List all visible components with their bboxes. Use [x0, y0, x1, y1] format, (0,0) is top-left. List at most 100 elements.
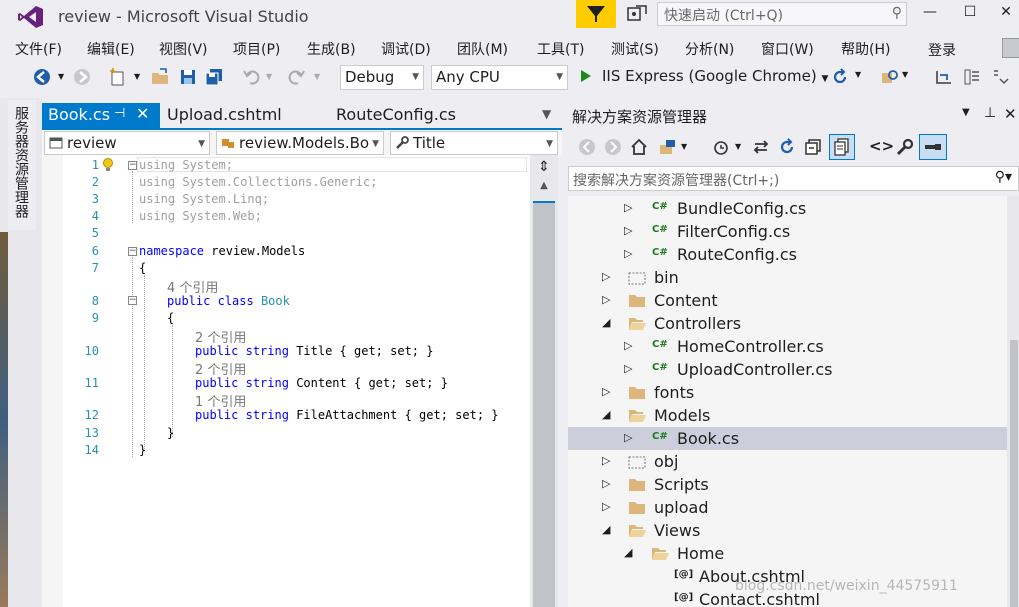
new-project-icon[interactable] [108, 67, 128, 87]
tree-item-bundleconfig[interactable]: ▷ C# BundleConfig.cs [568, 197, 1007, 220]
new-dropdown-icon[interactable]: ▼ [134, 72, 142, 92]
menu-window[interactable]: 窗口(W) [761, 39, 814, 59]
editor-scroll-thumb[interactable] [533, 201, 555, 607]
tree-item-views[interactable]: ◢ Views [568, 519, 1007, 542]
show-all-files-button[interactable] [829, 134, 855, 160]
tree-item-content[interactable]: ▷ Content [568, 289, 1007, 312]
save-icon[interactable] [178, 67, 198, 87]
tree-item-home[interactable]: ◢ Home [568, 542, 1007, 565]
scroll-up-icon[interactable]: ▲ [533, 180, 555, 196]
menu-tools[interactable]: 工具(T) [537, 39, 584, 59]
account-icon[interactable] [1002, 38, 1019, 58]
pin-icon[interactable]: ⊣ [114, 106, 125, 121]
menu-build[interactable]: 生成(B) [307, 39, 356, 59]
redo-icon[interactable] [286, 67, 306, 87]
collapse-using-toggle[interactable]: − [128, 161, 137, 170]
tree-item-homecontroller[interactable]: ▷ C# HomeController.cs [568, 335, 1007, 358]
home-icon[interactable] [629, 137, 649, 157]
open-file-icon[interactable] [150, 67, 170, 87]
tab-book-cs[interactable]: Book.cs ⊣ ✕ [42, 103, 160, 128]
type-dropdown[interactable]: review.Models.Bo ▼ [216, 131, 384, 155]
collapse-all-icon[interactable] [803, 137, 823, 157]
refresh-dropdown-icon[interactable]: ▼ [855, 70, 863, 90]
minimize-button[interactable]: — [918, 4, 942, 24]
expand-icon[interactable]: ▷ [624, 201, 636, 215]
switch-views-dropdown-icon[interactable]: ▼ [681, 142, 689, 162]
save-all-icon[interactable] [204, 67, 224, 87]
expand-icon[interactable]: ▷ [602, 500, 614, 514]
redo-dropdown-icon[interactable]: ▼ [314, 72, 322, 92]
expand-icon[interactable]: ▷ [624, 224, 636, 238]
collapse-namespace-toggle[interactable]: − [128, 247, 137, 256]
tree-item-scripts[interactable]: ▷ Scripts [568, 473, 1007, 496]
menu-edit[interactable]: 编辑(E) [87, 39, 135, 59]
back-dropdown-icon[interactable]: ▼ [58, 72, 66, 92]
menu-analyze[interactable]: 分析(N) [685, 39, 734, 59]
tree-item-models[interactable]: ◢ Models [568, 404, 1007, 427]
properties-wrench-icon[interactable] [895, 137, 915, 157]
menu-team[interactable]: 团队(M) [457, 39, 508, 59]
collapse-class-toggle[interactable]: − [128, 296, 137, 305]
close-window-button[interactable]: ✕ [994, 4, 1018, 24]
collapse-icon[interactable]: ◢ [624, 546, 636, 560]
start-debugging-button[interactable] [578, 64, 594, 90]
tree-item-controllers[interactable]: ◢ Controllers [568, 312, 1007, 335]
window-position-dropdown-icon[interactable]: ▼ [962, 107, 970, 118]
pending-changes-filter-icon[interactable] [711, 137, 731, 157]
toolbar-options-icon[interactable] [990, 67, 1010, 87]
undo-icon[interactable] [242, 67, 262, 87]
tree-item-uploadcontroller[interactable]: ▷ C# UploadController.cs [568, 358, 1007, 381]
auto-hide-pin-icon[interactable]: ⊥ [984, 105, 996, 121]
feedback-button[interactable] [576, 0, 616, 28]
view-code-icon[interactable]: <> [869, 137, 894, 157]
find-dropdown-icon[interactable]: ▼ [902, 70, 910, 90]
tree-item-routeconfig[interactable]: ▷ C# RouteConfig.cs [568, 243, 1007, 266]
expand-icon[interactable]: ▷ [602, 270, 614, 284]
expand-icon[interactable]: ▷ [624, 431, 636, 445]
tab-upload-cshtml[interactable]: Upload.cshtml [161, 103, 288, 128]
tree-item-filterconfig[interactable]: ▷ C# FilterConfig.cs [568, 220, 1007, 243]
refresh-icon[interactable] [777, 137, 797, 157]
forward-icon[interactable] [603, 137, 623, 157]
solution-tree-scroll-thumb[interactable] [1010, 340, 1018, 607]
lightbulb-icon[interactable] [101, 157, 115, 173]
solution-platform-select[interactable]: Any CPU ▼ [431, 65, 568, 90]
expand-icon[interactable]: ▷ [624, 247, 636, 261]
tree-item-book-selected[interactable]: ▷ C# Book.cs [568, 427, 1007, 450]
expand-icon[interactable]: ▷ [602, 477, 614, 491]
refresh-browser-icon[interactable] [830, 67, 850, 87]
undo-dropdown-icon[interactable]: ▼ [266, 72, 274, 92]
bookmark-icon[interactable] [962, 67, 982, 87]
sign-in-link[interactable]: 登录 [928, 40, 956, 60]
menu-file[interactable]: 文件(F) [15, 39, 62, 59]
collapse-icon[interactable]: ◢ [602, 316, 614, 330]
expand-icon[interactable]: ▷ [602, 293, 614, 307]
notification-icon[interactable] [626, 4, 648, 24]
close-panel-icon[interactable]: ✕ [1004, 105, 1017, 123]
menu-view[interactable]: 视图(V) [159, 39, 208, 59]
expand-icon[interactable]: ▷ [602, 385, 614, 399]
member-dropdown[interactable]: Title ▼ [390, 131, 558, 155]
filter-dropdown-icon[interactable]: ▼ [735, 142, 743, 162]
close-icon[interactable]: ✕ [136, 104, 149, 123]
menu-test[interactable]: 测试(S) [611, 39, 659, 59]
split-editor-icon[interactable]: ⇕ [533, 157, 555, 177]
tree-item-bin[interactable]: ▷ bin [568, 266, 1007, 289]
expand-icon[interactable]: ▷ [624, 339, 636, 353]
preview-selected-items-button[interactable] [919, 134, 947, 160]
tab-routeconfig-cs[interactable]: RouteConfig.cs [330, 103, 462, 128]
step-icon[interactable] [934, 67, 954, 87]
server-explorer-tab[interactable]: 服务器资源管理器 [8, 100, 36, 230]
menu-debug[interactable]: 调试(D) [381, 39, 431, 59]
find-in-files-icon[interactable] [880, 67, 900, 87]
switch-views-icon[interactable] [657, 137, 677, 157]
tree-item-obj[interactable]: ▷ obj [568, 450, 1007, 473]
collapse-icon[interactable]: ◢ [602, 408, 614, 422]
menu-project[interactable]: 项目(P) [233, 39, 280, 59]
back-icon[interactable] [577, 137, 597, 157]
solution-configuration-select[interactable]: Debug ▼ [340, 65, 424, 90]
solution-explorer-search-input[interactable]: 搜索解决方案资源管理器(Ctrl+;) ⚲▾ [568, 166, 1019, 191]
tab-list-dropdown-icon[interactable]: ▼ [542, 107, 551, 121]
run-target-label[interactable]: IIS Express (Google Chrome) ▼ [602, 67, 828, 85]
collapse-icon[interactable]: ◢ [602, 523, 614, 537]
